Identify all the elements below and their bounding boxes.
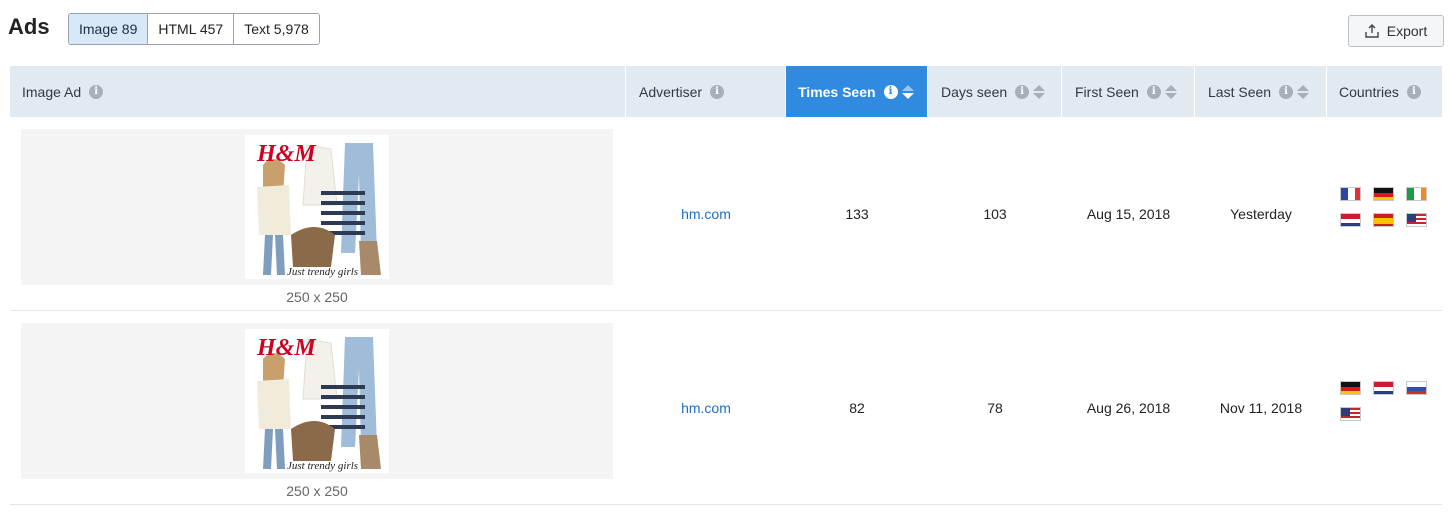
page-title: Ads xyxy=(8,14,50,39)
column-header-advertiser: Advertiser i xyxy=(626,66,786,117)
flag-us-icon xyxy=(1406,213,1427,227)
times-seen-cell: 133 xyxy=(845,206,869,222)
ad-size: 250 x 250 xyxy=(286,483,348,499)
ad-preview[interactable]: H&M Just trendy girls xyxy=(21,129,613,285)
info-icon[interactable]: i xyxy=(883,84,898,99)
sort-icon[interactable] xyxy=(901,84,914,99)
svg-text:Just trendy girls: Just trendy girls xyxy=(287,460,358,472)
svg-text:Just trendy girls: Just trendy girls xyxy=(287,266,358,278)
info-icon[interactable]: i xyxy=(1015,84,1030,99)
days-seen-cell: 78 xyxy=(987,400,1003,416)
ad-size: 250 x 250 xyxy=(286,289,348,305)
flag-us-icon xyxy=(1340,407,1361,421)
table-header: Image Ad i Advertiser i Times Seen i Day… xyxy=(10,66,1442,117)
ads-table: Image Ad i Advertiser i Times Seen i Day… xyxy=(10,66,1442,505)
table-row: H&M Just trendy girls 250 x 250 hm.com 1… xyxy=(10,117,1442,311)
info-icon[interactable]: i xyxy=(710,84,725,99)
flag-fr-icon xyxy=(1340,187,1361,201)
flag-de-icon xyxy=(1340,381,1361,395)
fashion-ad-image: H&M Just trendy girls xyxy=(245,329,389,473)
info-icon[interactable]: i xyxy=(1406,84,1421,99)
countries-cell xyxy=(1340,381,1427,421)
info-icon[interactable]: i xyxy=(1279,84,1294,99)
last-seen-cell: Nov 11, 2018 xyxy=(1219,400,1303,416)
column-header-image-ad: Image Ad i xyxy=(10,66,626,117)
days-seen-cell: 103 xyxy=(983,206,1007,222)
advertiser-cell: hm.com xyxy=(626,117,786,311)
sort-icon[interactable] xyxy=(1297,84,1310,99)
ad-type-tabs: Image 89 HTML 457 Text 5,978 xyxy=(68,13,320,45)
svg-text:H&M: H&M xyxy=(256,335,317,361)
flag-ru-icon xyxy=(1406,381,1427,395)
info-icon[interactable]: i xyxy=(89,84,104,99)
export-label: Export xyxy=(1386,23,1428,39)
flag-es-icon xyxy=(1373,213,1394,227)
sort-icon[interactable] xyxy=(1033,84,1046,99)
last-seen-cell: Yesterday xyxy=(1230,206,1292,222)
info-icon[interactable]: i xyxy=(1146,84,1161,99)
flag-nl-icon xyxy=(1373,381,1394,395)
column-header-times-seen[interactable]: Times Seen i xyxy=(786,66,928,117)
first-seen-cell: Aug 15, 2018 xyxy=(1086,206,1171,222)
ad-preview[interactable]: H&M Just trendy girls xyxy=(21,323,613,479)
flag-nl-icon xyxy=(1340,213,1361,227)
sort-icon[interactable] xyxy=(1164,84,1177,99)
ad-image[interactable]: H&M Just trendy girls xyxy=(245,135,389,279)
flag-de-icon xyxy=(1373,187,1394,201)
column-header-first-seen[interactable]: First Seen i xyxy=(1062,66,1195,117)
ad-image[interactable]: H&M Just trendy girls xyxy=(245,329,389,473)
tab-image[interactable]: Image 89 xyxy=(69,14,149,44)
column-header-days-seen[interactable]: Days seen i xyxy=(928,66,1062,117)
advertiser-link[interactable]: hm.com xyxy=(681,206,731,222)
export-button[interactable]: Export xyxy=(1348,15,1444,47)
advertiser-cell: hm.com xyxy=(626,311,786,505)
countries-cell xyxy=(1340,187,1427,227)
tab-html[interactable]: HTML 457 xyxy=(148,14,235,44)
svg-text:H&M: H&M xyxy=(256,141,317,167)
tab-text[interactable]: Text 5,978 xyxy=(234,14,319,44)
table-row: H&M Just trendy girls 250 x 250 hm.com 8… xyxy=(10,311,1442,505)
times-seen-cell: 82 xyxy=(849,400,865,416)
column-header-last-seen[interactable]: Last Seen i xyxy=(1195,66,1327,117)
upload-icon xyxy=(1365,24,1379,38)
column-header-countries: Countries i xyxy=(1327,66,1442,117)
fashion-ad-image: H&M Just trendy girls xyxy=(245,135,389,279)
advertiser-link[interactable]: hm.com xyxy=(681,400,731,416)
ads-header: Ads Image 89 HTML 457 Text 5,978 Export xyxy=(0,0,1452,60)
first-seen-cell: Aug 26, 2018 xyxy=(1086,400,1171,416)
flag-ie-icon xyxy=(1406,187,1427,201)
